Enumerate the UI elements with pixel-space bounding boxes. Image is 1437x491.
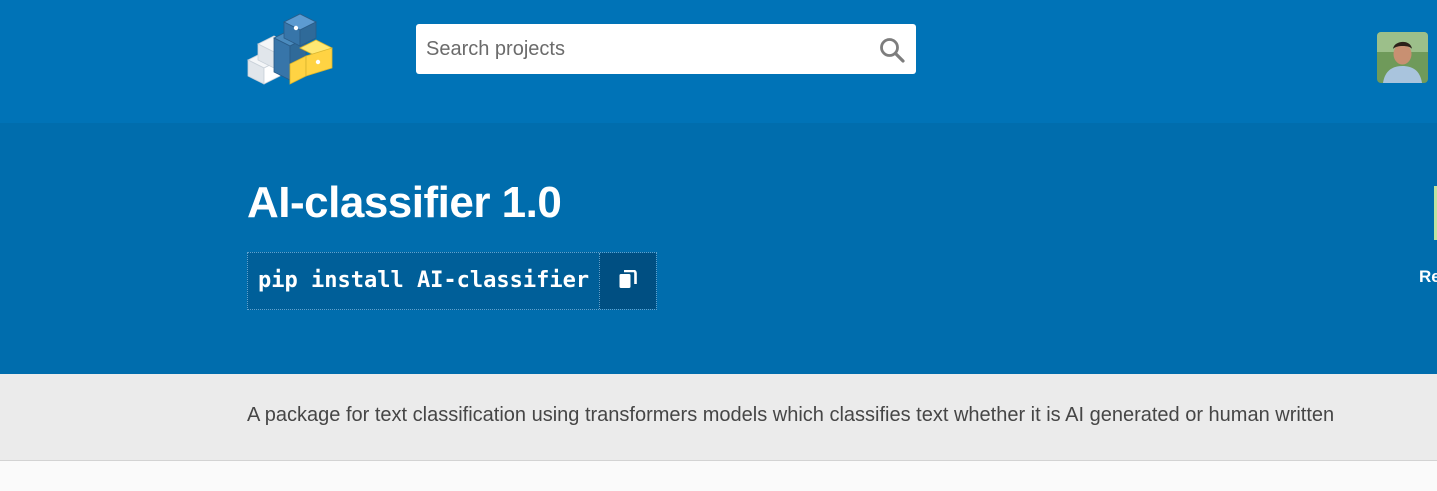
package-header-banner: AI-classifier 1.0 pip install AI-classif… (0, 123, 1437, 374)
top-navigation-bar (0, 0, 1437, 123)
pip-install-command[interactable]: pip install AI-classifier (248, 253, 599, 309)
copy-button[interactable] (599, 253, 657, 309)
search-input[interactable] (416, 24, 866, 74)
user-avatar[interactable] (1377, 32, 1428, 83)
search-box (416, 24, 916, 74)
search-icon[interactable] (878, 36, 906, 64)
package-summary: A package for text classification using … (247, 404, 1335, 426)
copy-icon (619, 270, 637, 288)
package-description-band: A package for text classification using … (0, 374, 1437, 461)
pip-install-snippet: pip install AI-classifier (247, 252, 658, 310)
package-title: AI-classifier 1.0 (247, 178, 562, 227)
side-link-fragment[interactable]: Re (1419, 267, 1437, 287)
pypi-logo-icon[interactable] (244, 10, 334, 86)
